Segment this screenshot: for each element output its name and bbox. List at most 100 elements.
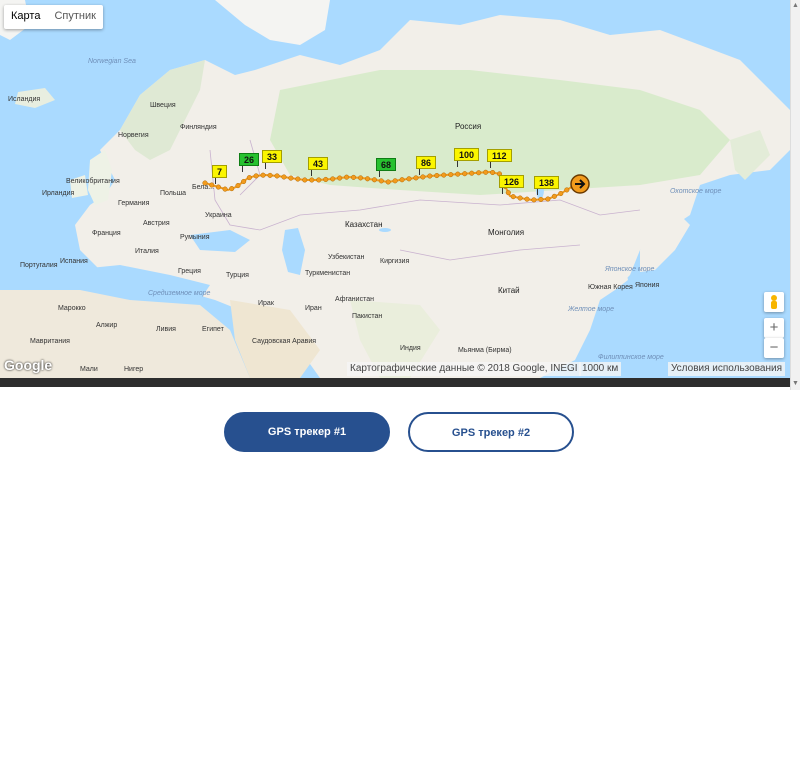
track-point bbox=[455, 171, 461, 177]
map-data-attribution[interactable]: Картографические данные © 2018 Google, I… bbox=[347, 362, 581, 376]
label-belarus: Бела... bbox=[192, 184, 215, 191]
track-point bbox=[545, 196, 551, 202]
track-point bbox=[215, 184, 221, 190]
track-point bbox=[392, 178, 398, 184]
track-point bbox=[371, 177, 377, 183]
track-point bbox=[558, 190, 564, 197]
track-point bbox=[524, 196, 530, 202]
scroll-up-icon[interactable]: ▲ bbox=[792, 2, 799, 9]
label-yellow-sea: Желтое море bbox=[568, 306, 614, 313]
label-sweden: Швеция bbox=[150, 102, 176, 109]
waypoint-flag-43[interactable]: 43 bbox=[308, 157, 329, 176]
track-point bbox=[441, 172, 447, 178]
track-point bbox=[235, 183, 241, 189]
map-type-map-button[interactable]: Карта bbox=[4, 5, 47, 29]
label-greece: Греция bbox=[178, 268, 201, 275]
label-mongolia: Монголия bbox=[488, 228, 525, 237]
terms-link[interactable]: Условия использования bbox=[668, 362, 785, 376]
track-point bbox=[274, 173, 280, 179]
label-france: Франция bbox=[92, 230, 121, 237]
track-point bbox=[385, 179, 391, 185]
google-logo: Google bbox=[4, 357, 53, 373]
label-spain: Испания bbox=[60, 258, 88, 265]
map-type-control: Карта Спутник bbox=[4, 5, 103, 29]
label-kyrgyzstan: Киргизия bbox=[380, 258, 410, 265]
label-philippine-sea: Филиппинское море bbox=[598, 354, 664, 361]
scale-bar[interactable]: 1000 км bbox=[579, 362, 622, 376]
label-italy: Италия bbox=[135, 248, 159, 255]
track-point bbox=[420, 174, 426, 180]
map-type-satellite-button[interactable]: Спутник bbox=[47, 5, 102, 29]
label-russia: Россия bbox=[455, 122, 482, 131]
label-libya: Ливия bbox=[156, 326, 176, 333]
track-point bbox=[490, 169, 496, 176]
track-point bbox=[427, 173, 433, 179]
waypoint-flag-126[interactable]: 126 bbox=[499, 175, 525, 194]
track-point bbox=[295, 176, 301, 182]
waypoint-flag-86[interactable]: 86 bbox=[416, 156, 437, 175]
label-portugal: Португалия bbox=[20, 262, 58, 269]
track-point bbox=[406, 176, 412, 182]
map-view[interactable]: Карта Спутник Norwegian Sea Исландия Шве… bbox=[0, 0, 790, 378]
label-afghanistan: Афганистан bbox=[335, 296, 374, 303]
waypoint-flag-112[interactable]: 112 bbox=[487, 149, 512, 168]
track-point bbox=[241, 178, 247, 185]
label-norway: Норвегия bbox=[118, 132, 149, 139]
track-point bbox=[323, 176, 329, 182]
track-point bbox=[413, 175, 419, 181]
label-norwegian-sea: Norwegian Sea bbox=[88, 58, 136, 65]
zoom-out-button[interactable]: − bbox=[764, 338, 784, 358]
waypoint-flag-7[interactable]: 7 bbox=[212, 165, 228, 184]
track-point bbox=[288, 175, 294, 181]
waypoint-flag-26[interactable]: 26 bbox=[239, 153, 260, 172]
track-point bbox=[253, 173, 259, 179]
label-finland: Финляндия bbox=[180, 124, 217, 131]
label-romania: Румыния bbox=[180, 234, 210, 241]
track-point bbox=[357, 175, 364, 181]
track-point bbox=[399, 177, 405, 183]
label-turkey: Турция bbox=[226, 272, 249, 279]
label-pakistan: Пакистан bbox=[352, 313, 383, 320]
waypoint-flag-33[interactable]: 33 bbox=[262, 150, 283, 169]
track-point bbox=[505, 190, 511, 196]
label-saudi: Саудовская Аравия bbox=[252, 338, 317, 345]
pegman-icon[interactable] bbox=[764, 292, 784, 312]
zoom-in-button[interactable]: + bbox=[764, 318, 784, 338]
track-point bbox=[483, 169, 489, 175]
label-algeria: Алжир bbox=[96, 322, 118, 329]
track-point bbox=[302, 177, 308, 183]
track-point bbox=[330, 176, 336, 182]
arrow-right-icon[interactable] bbox=[569, 173, 591, 195]
label-morocco: Марокко bbox=[58, 305, 86, 312]
label-mediterranean: Средиземное море bbox=[148, 290, 211, 297]
track-point bbox=[222, 186, 228, 192]
label-egypt: Египет bbox=[202, 326, 224, 333]
waypoint-flag-138[interactable]: 138 bbox=[534, 176, 560, 195]
track-point bbox=[476, 170, 482, 176]
label-turkmenistan: Туркменистан bbox=[305, 270, 351, 277]
label-china: Китай bbox=[498, 286, 520, 295]
gps-tracker-1-button[interactable]: GPS трекер #1 bbox=[224, 412, 390, 452]
label-ireland: Ирландия bbox=[42, 190, 75, 197]
scrollbar[interactable]: ▲ ▼ bbox=[790, 0, 800, 390]
scroll-down-icon[interactable]: ▼ bbox=[792, 380, 799, 387]
label-austria: Австрия bbox=[143, 220, 170, 227]
track-point bbox=[281, 174, 287, 180]
waypoint-flag-100[interactable]: 100 bbox=[454, 148, 480, 167]
track-point bbox=[434, 172, 440, 179]
track-point bbox=[538, 196, 544, 202]
track-point bbox=[344, 174, 350, 180]
label-germany: Германия bbox=[118, 200, 150, 207]
label-india: Индия bbox=[400, 345, 421, 352]
track-point bbox=[316, 177, 322, 183]
track-point bbox=[510, 194, 516, 200]
track-point bbox=[229, 186, 235, 192]
label-iceland: Исландия bbox=[8, 96, 41, 103]
waypoint-flag-68[interactable]: 68 bbox=[376, 158, 397, 177]
label-mauritania: Мавритания bbox=[30, 338, 70, 345]
label-iraq: Ирак bbox=[258, 300, 274, 307]
label-uzbekistan: Узбекистан bbox=[328, 254, 365, 261]
track-point bbox=[517, 195, 523, 201]
gps-tracker-2-button[interactable]: GPS трекер #2 bbox=[408, 412, 574, 452]
label-south-korea: Южная Корея bbox=[588, 284, 633, 291]
